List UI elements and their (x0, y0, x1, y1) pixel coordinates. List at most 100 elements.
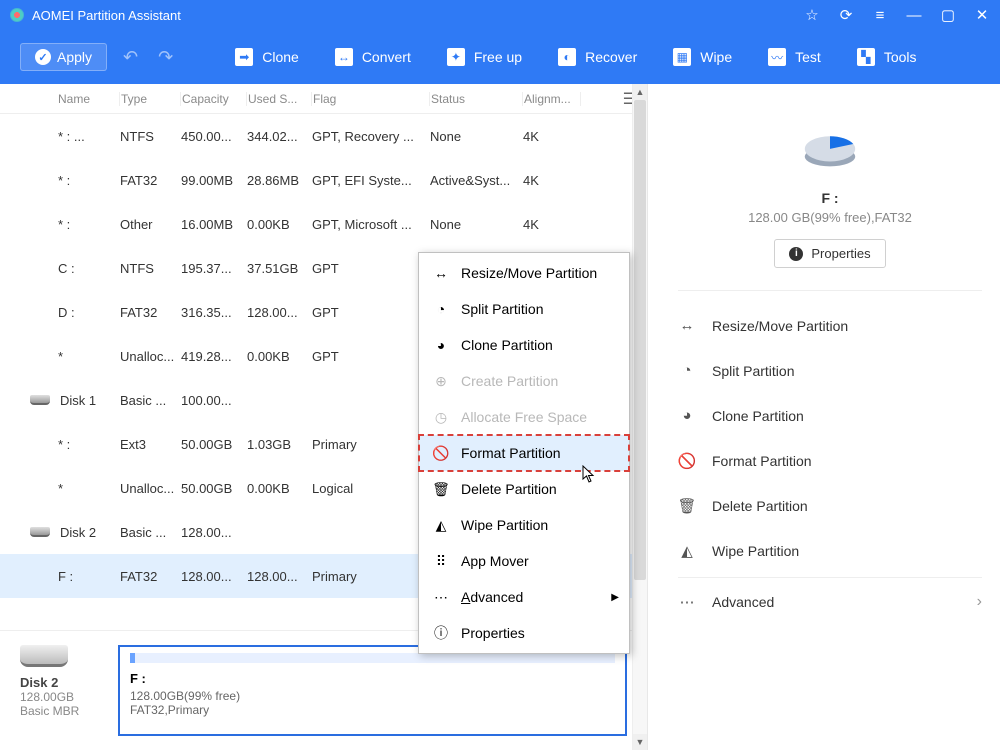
side-panel: F : 128.00 GB(99% free),FAT32 i Properti… (648, 84, 1000, 750)
partition-detail-name: F : (130, 671, 615, 686)
mouse-cursor-icon (582, 465, 596, 483)
more-icon: ⋯ (678, 593, 696, 611)
side-action-format-partition[interactable]: 🚫Format Partition (678, 438, 982, 483)
check-icon: ✓ (35, 49, 51, 65)
col-status[interactable]: Status (430, 92, 523, 106)
vertical-scrollbar[interactable]: ▲ ▼ (632, 84, 647, 750)
side-action-split-partition[interactable]: ◔Split Partition (678, 348, 982, 393)
context-item-advanced[interactable]: ⋯Advanced▶ (419, 579, 629, 615)
action-icon: ◔ (678, 362, 696, 380)
clone-icon: ➡ (235, 48, 253, 66)
side-action-wipe-partition[interactable]: ◭Wipe Partition (678, 528, 982, 573)
context-item-split-partition[interactable]: ◔Split Partition (419, 291, 629, 327)
disk-icon (20, 645, 68, 667)
toolbar-recover[interactable]: ◐Recover (540, 40, 655, 74)
col-capacity[interactable]: Capacity (181, 92, 247, 106)
context-icon: ⓘ (433, 625, 449, 641)
toolbar-wipe[interactable]: ▦Wipe (655, 40, 750, 74)
app-title: AOMEI Partition Assistant (32, 8, 804, 23)
toolbar-free-up[interactable]: ✦Free up (429, 40, 540, 74)
col-used[interactable]: Used S... (247, 92, 312, 106)
toolbar-convert[interactable]: ↔Convert (317, 40, 429, 74)
side-action-clone-partition[interactable]: ◕Clone Partition (678, 393, 982, 438)
partition-row[interactable]: * :FAT3299.00MB28.86MBGPT, EFI Syste...A… (0, 158, 647, 202)
scroll-up-icon[interactable]: ▲ (633, 84, 647, 100)
freeup-icon: ✦ (447, 48, 465, 66)
side-action-advanced[interactable]: ⋯Advanced› (678, 577, 982, 622)
context-item-create-partition: ⊕Create Partition (419, 363, 629, 399)
tools-icon: ▚ (857, 48, 875, 66)
action-icon: ↔ (678, 317, 696, 335)
apply-label: Apply (57, 49, 92, 65)
partition-table-header: Name Type Capacity Used S... Flag Status… (0, 84, 647, 114)
convert-icon: ↔ (335, 48, 353, 66)
side-action-resize-move-partition[interactable]: ↔Resize/Move Partition (678, 303, 982, 348)
col-align[interactable]: Alignm... (523, 92, 581, 106)
context-item-delete-partition[interactable]: 🗑Delete Partition (419, 471, 629, 507)
wipe-icon: ▦ (673, 48, 691, 66)
side-partition-info: 128.00 GB(99% free),FAT32 (678, 210, 982, 225)
disk-detail-type: Basic MBR (20, 704, 102, 718)
partition-detail-block[interactable]: F : 128.00GB(99% free) FAT32,Primary (118, 645, 627, 736)
chevron-right-icon: › (977, 593, 982, 611)
recover-icon: ◐ (558, 48, 576, 66)
context-item-app-mover[interactable]: ⠿App Mover (419, 543, 629, 579)
context-icon: ◕ (433, 337, 449, 353)
action-icon: 🗑 (678, 497, 696, 515)
col-type[interactable]: Type (120, 92, 181, 106)
action-icon: 🚫 (678, 452, 696, 470)
undo-button[interactable]: ↶ (119, 47, 142, 68)
col-name[interactable]: Name (26, 92, 120, 106)
disk-icon (30, 395, 50, 405)
action-icon: ◭ (678, 542, 696, 560)
partition-detail-line2: FAT32,Primary (130, 703, 615, 717)
partition-usage-bar (130, 653, 615, 663)
disk-detail-name: Disk 2 (20, 675, 102, 690)
action-icon: ◕ (678, 407, 696, 425)
star-icon[interactable]: ☆ (804, 7, 820, 23)
context-icon: ◷ (433, 409, 449, 425)
toolbar-clone[interactable]: ➡Clone (217, 40, 317, 74)
info-icon: i (789, 247, 803, 261)
disk-detail-size: 128.00GB (20, 690, 102, 704)
context-item-clone-partition[interactable]: ◕Clone Partition (419, 327, 629, 363)
toolbar-test[interactable]: 〰Test (750, 40, 839, 74)
titlebar: AOMEI Partition Assistant ☆ ⟳ ≡ — ▢ ✕ (0, 0, 1000, 30)
context-item-properties[interactable]: ⓘProperties (419, 615, 629, 651)
context-icon: ◭ (433, 517, 449, 533)
test-icon: 〰 (768, 48, 786, 66)
properties-button[interactable]: i Properties (774, 239, 885, 268)
scrollbar-thumb[interactable] (634, 100, 646, 580)
partition-detail-line1: 128.00GB(99% free) (130, 689, 615, 703)
menu-icon[interactable]: ≡ (872, 7, 888, 23)
context-item-format-partition[interactable]: 🚫Format Partition (419, 435, 629, 471)
col-flag[interactable]: Flag (312, 92, 430, 106)
redo-button[interactable]: ↷ (154, 47, 177, 68)
context-icon: ⊕ (433, 373, 449, 389)
close-icon[interactable]: ✕ (974, 7, 990, 23)
toolbar: ✓ Apply ↶ ↷ ➡Clone ↔Convert ✦Free up ◐Re… (0, 30, 1000, 84)
context-icon: ↔ (433, 265, 449, 281)
context-icon: ⋯ (433, 589, 449, 605)
context-icon: 🚫 (433, 445, 449, 461)
disk-icon (30, 527, 50, 537)
submenu-arrow-icon: ▶ (611, 592, 619, 603)
partition-row[interactable]: * :Other16.00MB0.00KBGPT, Microsoft ...N… (0, 202, 647, 246)
app-logo-icon (10, 8, 24, 22)
context-item-allocate-free-space: ◷Allocate Free Space (419, 399, 629, 435)
apply-button[interactable]: ✓ Apply (20, 43, 107, 71)
side-partition-name: F : (678, 190, 982, 206)
pie-chart-icon (799, 114, 861, 176)
context-menu: ↔Resize/Move Partition◔Split Partition◕C… (418, 252, 630, 654)
context-item-resize-move-partition[interactable]: ↔Resize/Move Partition (419, 255, 629, 291)
context-icon: ⠿ (433, 553, 449, 569)
context-item-wipe-partition[interactable]: ◭Wipe Partition (419, 507, 629, 543)
minimize-icon[interactable]: — (906, 7, 922, 23)
refresh-icon[interactable]: ⟳ (838, 7, 854, 23)
toolbar-tools[interactable]: ▚Tools (839, 40, 935, 74)
scroll-down-icon[interactable]: ▼ (633, 734, 647, 750)
context-icon: ◔ (433, 301, 449, 317)
maximize-icon[interactable]: ▢ (940, 7, 956, 23)
partition-row[interactable]: * : ...NTFS450.00...344.02...GPT, Recove… (0, 114, 647, 158)
side-action-delete-partition[interactable]: 🗑Delete Partition (678, 483, 982, 528)
